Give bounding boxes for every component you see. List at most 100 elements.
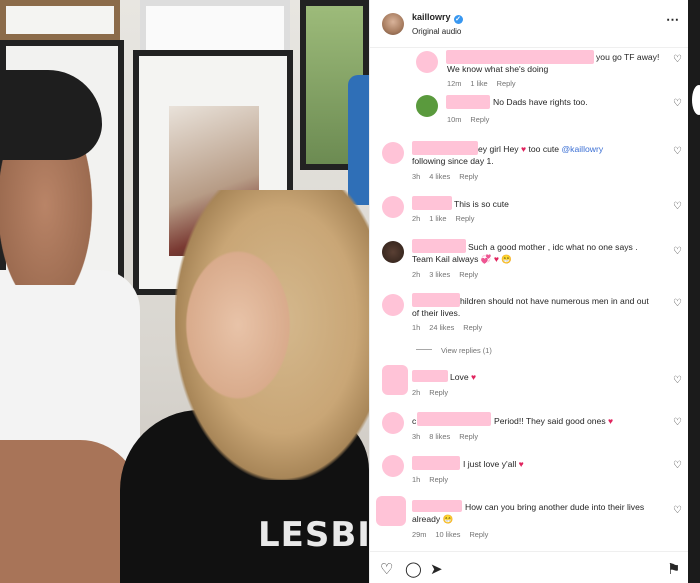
comment-text: How can you bring another dude into thei… xyxy=(465,502,645,512)
comment-meta: 2h 1 like Reply xyxy=(412,214,483,223)
comment-text: you go TF away! xyxy=(596,52,660,62)
like-icon[interactable]: ♡ xyxy=(380,560,393,578)
avatar[interactable] xyxy=(382,294,404,316)
boy-arm xyxy=(0,440,140,583)
reply-button[interactable]: Reply xyxy=(497,79,516,88)
comment-time: 12m xyxy=(447,79,462,88)
heart-emoji: ♥ xyxy=(518,459,524,469)
comment-meta: 1h 24 likes Reply xyxy=(412,323,491,332)
redacted-username xyxy=(412,293,460,307)
comment-meta: 3h 4 likes Reply xyxy=(412,172,487,181)
like-count[interactable]: 24 likes xyxy=(429,323,454,332)
comment-text: Team Kail always 💞 ♥ 😁 xyxy=(412,254,513,264)
reply-button[interactable]: Reply xyxy=(469,530,488,539)
view-replies-button[interactable]: View replies (1) xyxy=(416,346,492,355)
more-options-icon[interactable]: ⋯ xyxy=(666,12,680,28)
reply-button[interactable]: Reply xyxy=(429,475,448,484)
reply-button[interactable]: Reply xyxy=(463,323,482,332)
next-post-button[interactable] xyxy=(692,85,700,115)
comments-list[interactable]: you go TF away! We know what she's doing… xyxy=(370,48,689,543)
avatar[interactable] xyxy=(382,455,404,477)
username-link[interactable]: kaillowry ✓ xyxy=(412,12,463,24)
comment: How can you bring another dude into thei… xyxy=(370,496,689,543)
wall-frame xyxy=(0,0,120,40)
avatar[interactable] xyxy=(382,241,404,263)
avatar[interactable] xyxy=(382,13,404,35)
comment-meta: 2h 3 likes Reply xyxy=(412,270,487,279)
comment-meta: 3h 8 likes Reply xyxy=(412,432,487,441)
avatar[interactable] xyxy=(382,365,408,395)
reply-button[interactable]: Reply xyxy=(456,214,475,223)
shirt-print: LESBIAN xyxy=(258,515,369,555)
comment-time: 2h xyxy=(412,214,421,223)
comment-text-part: ey girl Hey xyxy=(478,144,521,154)
comment-time: 2h xyxy=(412,270,421,279)
redacted-username xyxy=(412,370,448,382)
comment-like-icon[interactable]: ♡ xyxy=(673,98,682,109)
comment-text: Such a good mother , idc what no one say… xyxy=(468,242,638,252)
comment-like-icon[interactable]: ♡ xyxy=(673,417,682,428)
avatar[interactable] xyxy=(382,142,404,164)
mention-link[interactable]: @kaillowry xyxy=(561,144,603,154)
like-count[interactable]: 1 like xyxy=(429,214,446,223)
comment-text: Love ♥ xyxy=(450,371,476,383)
like-count[interactable]: 8 likes xyxy=(429,432,450,441)
username[interactable]: kaillowry xyxy=(412,12,451,22)
redacted-username xyxy=(417,412,491,426)
background-figure xyxy=(348,75,369,205)
like-count[interactable]: 4 likes xyxy=(429,172,450,181)
audio-link[interactable]: Original audio xyxy=(412,27,461,36)
comment-time: 10m xyxy=(447,115,462,124)
comment-text: This is so cute xyxy=(454,199,509,209)
comment-text-part: Period!! They said good ones xyxy=(494,416,609,426)
comment-text: I just love y'all ♥ xyxy=(463,458,524,470)
comment-meta: 10m Reply xyxy=(447,115,498,124)
comment-like-icon[interactable]: ♡ xyxy=(673,298,682,309)
reply-button[interactable]: Reply xyxy=(470,115,489,124)
avatar[interactable] xyxy=(416,95,438,117)
avatar[interactable] xyxy=(382,196,404,218)
comment-meta: 1h Reply xyxy=(412,475,457,484)
redacted-username xyxy=(412,141,478,155)
avatar[interactable] xyxy=(376,496,406,526)
post-header: kaillowry ✓ Original audio ⋯ xyxy=(370,0,689,48)
comment-like-icon[interactable]: ♡ xyxy=(673,246,682,257)
share-icon[interactable]: ➤ xyxy=(430,560,443,578)
reply-button[interactable]: Reply xyxy=(429,388,448,397)
comment-reply: you go TF away! We know what she's doing… xyxy=(370,48,689,98)
like-count[interactable]: 10 likes xyxy=(435,530,460,539)
redacted-username xyxy=(412,456,460,470)
reply-button[interactable]: Reply xyxy=(459,270,478,279)
like-count[interactable]: 1 like xyxy=(470,79,487,88)
comment-text: No Dads have rights too. xyxy=(493,97,588,107)
comment-text-part: I just love y'all xyxy=(463,459,519,469)
post-media[interactable]: LESBIAN xyxy=(0,0,369,583)
comment-reply: No Dads have rights too. 10m Reply ♡ xyxy=(370,92,689,130)
redacted-username xyxy=(412,500,462,512)
woman-face xyxy=(178,240,298,410)
redacted-username xyxy=(446,50,594,64)
comments-panel: kaillowry ✓ Original audio ⋯ you go TF aw… xyxy=(369,0,689,583)
avatar[interactable] xyxy=(382,412,404,434)
comment-like-icon[interactable]: ♡ xyxy=(673,201,682,212)
comment-like-icon[interactable]: ♡ xyxy=(673,460,682,471)
reply-button[interactable]: Reply xyxy=(459,432,478,441)
reply-button[interactable]: Reply xyxy=(459,172,478,181)
grin-emoji: 😁 xyxy=(501,254,513,264)
heart-emoji: ♥ xyxy=(493,254,499,264)
comment-like-icon[interactable]: ♡ xyxy=(673,375,682,386)
avatar[interactable] xyxy=(416,51,438,73)
comment: c Period!! They said good ones ♥ 3h 8 lik… xyxy=(370,410,689,450)
action-bar: ♡ ◯ ➤ ⚑ xyxy=(370,551,689,583)
comment-time: 3h xyxy=(412,172,421,181)
comment-like-icon[interactable]: ♡ xyxy=(673,146,682,157)
comment-text: We know what she's doing xyxy=(447,64,549,74)
comment: Love ♥ 2h Reply ♡ xyxy=(370,364,689,404)
comment-like-icon[interactable]: ♡ xyxy=(673,54,682,65)
redacted-username xyxy=(412,196,452,210)
like-count[interactable]: 3 likes xyxy=(429,270,450,279)
comment-like-icon[interactable]: ♡ xyxy=(673,505,682,516)
comment-icon[interactable]: ◯ xyxy=(405,560,422,578)
save-icon[interactable]: ⚑ xyxy=(667,560,680,578)
comment: This is so cute 2h 1 like Reply ♡ xyxy=(370,192,689,232)
